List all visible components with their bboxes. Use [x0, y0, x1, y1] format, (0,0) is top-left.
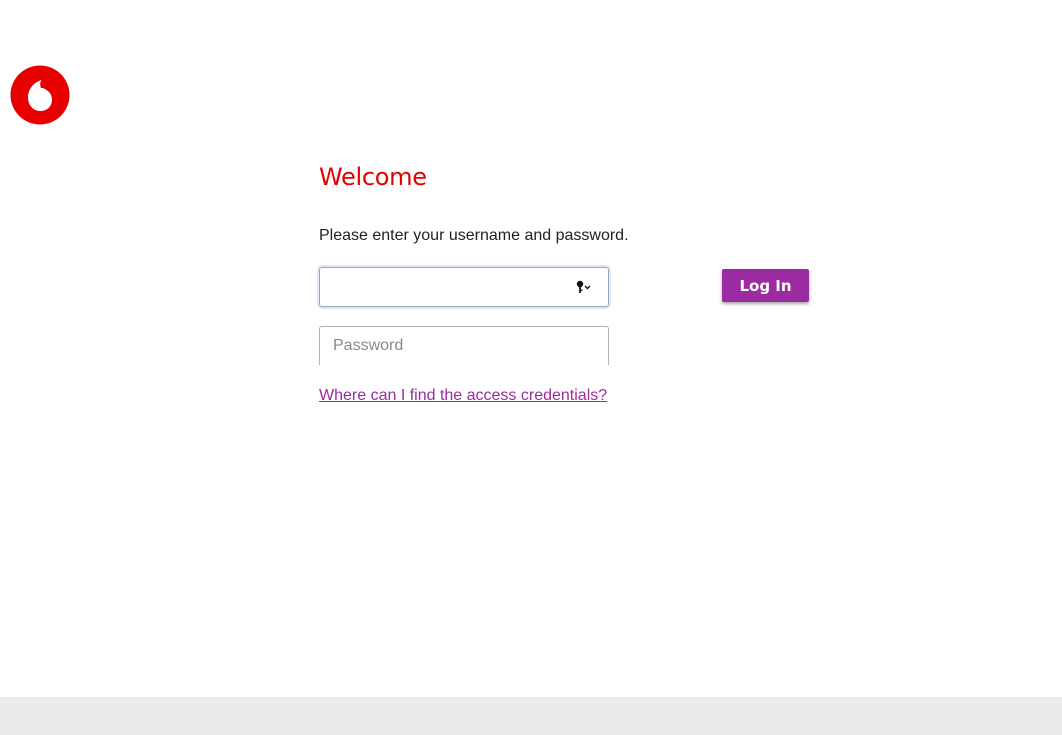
footer-bar	[0, 697, 1062, 735]
login-button[interactable]: Log In	[722, 269, 809, 302]
login-page: Welcome Please enter your username and p…	[0, 0, 1062, 735]
page-title: Welcome	[319, 163, 427, 191]
key-dropdown-icon[interactable]	[576, 280, 594, 294]
login-instructions: Please enter your username and password.	[319, 227, 629, 244]
username-input[interactable]	[320, 268, 570, 306]
credentials-help-link[interactable]: Where can I find the access credentials?	[319, 387, 607, 405]
vodafone-logo	[10, 65, 70, 125]
password-field[interactable]	[319, 326, 609, 365]
password-input[interactable]	[320, 327, 608, 365]
username-field[interactable]	[319, 267, 609, 307]
